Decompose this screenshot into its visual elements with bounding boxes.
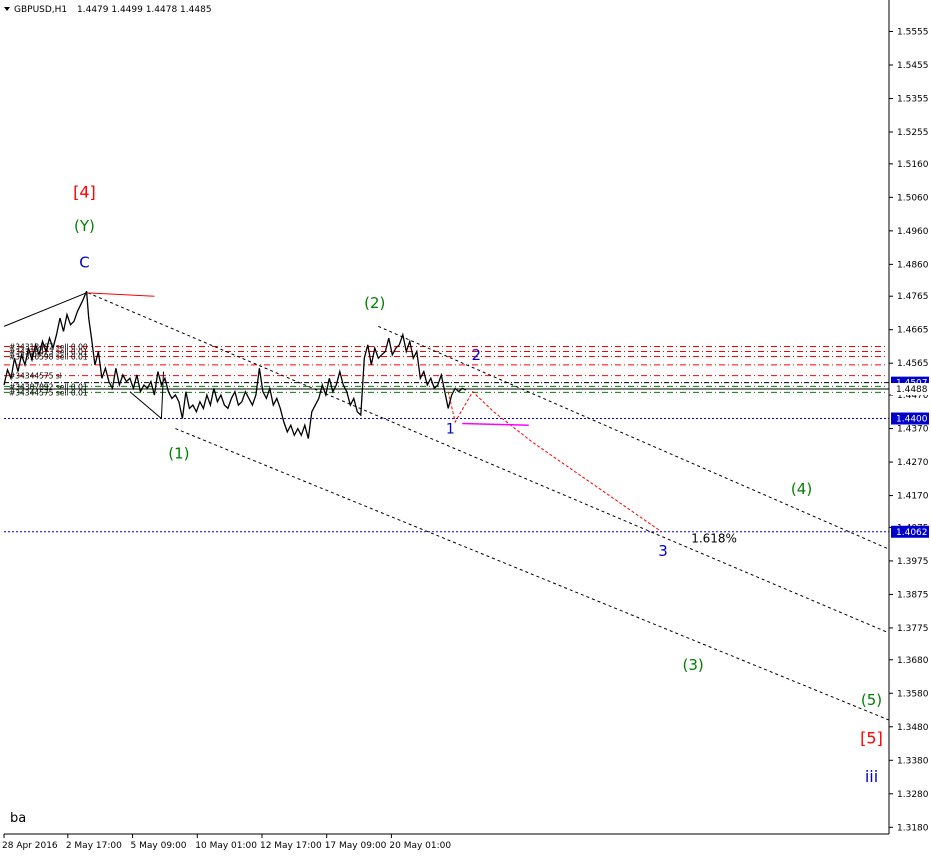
price-tick-label: 1.4565 xyxy=(897,359,929,369)
price-tick-label: 1.4960 xyxy=(897,227,929,237)
projection xyxy=(447,390,662,533)
price-tick-label: 1.5355 xyxy=(897,94,929,104)
price-tick-label: 1.5455 xyxy=(897,61,929,71)
dropdown-triangle-icon[interactable] xyxy=(4,7,10,11)
price-tag-label: 1.4062 xyxy=(896,528,928,538)
wave-line xyxy=(160,371,165,419)
order-label: #34344575 sl xyxy=(9,372,62,381)
chart-window: #34318487 sell 0.00 #34318423 sell 0.01 #3… xyxy=(0,0,931,856)
wave-label: 3 xyxy=(658,542,668,560)
price-tick-label: 1.3975 xyxy=(897,557,929,567)
time-tick-label: 12 May 17:00 xyxy=(260,841,322,851)
footer-label: ba xyxy=(10,811,26,826)
wave-label: (5) xyxy=(861,691,882,709)
time-tick-label: 5 May 09:00 xyxy=(131,841,187,851)
price-chart[interactable]: #34318487 sell 0.00#34318423 sell 0.01#3… xyxy=(0,0,931,856)
wave-label: 1.618% xyxy=(691,531,737,545)
time-tick-label: 2 May 17:00 xyxy=(66,841,122,851)
price-tag-label: 1.4488 xyxy=(896,385,928,395)
price-tick-label: 1.3280 xyxy=(897,790,929,800)
time-tick-label: 17 May 09:00 xyxy=(325,841,387,851)
price-tick-label: 1.4665 xyxy=(897,326,929,336)
price-tick-label: 1.3480 xyxy=(897,723,929,733)
wave-label: (1) xyxy=(168,445,189,463)
channel-line xyxy=(175,428,890,721)
price-tick-label: 1.3680 xyxy=(897,656,929,666)
wave-line xyxy=(129,391,162,419)
wave-label: [5] xyxy=(860,729,883,748)
price-tick-label: 1.3380 xyxy=(897,756,929,766)
wave-label: (4) xyxy=(791,480,812,498)
wave-label: C xyxy=(79,254,89,272)
price-tick-label: 1.3775 xyxy=(897,624,929,634)
time-tick-label: 10 May 01:00 xyxy=(195,841,257,851)
wave-label: (3) xyxy=(682,656,703,674)
time-tick-label: 28 Apr 2016 xyxy=(2,841,58,851)
price-tick-label: 1.5555 xyxy=(897,27,929,37)
price-axis[interactable]: 1.5555 1.5455 1.5355 1.5255 1.5160 1.5060 1.49… xyxy=(889,27,929,833)
projection-path xyxy=(447,390,662,533)
price-tick-label: 1.4860 xyxy=(897,260,929,270)
wave-line xyxy=(86,292,155,297)
price-tick-label: 1.4270 xyxy=(897,458,929,468)
chart-frame xyxy=(4,0,890,835)
price-tick-label: 1.5255 xyxy=(897,128,929,138)
time-tick-label: 20 May 01:00 xyxy=(389,841,451,851)
wave-label: [4] xyxy=(73,182,96,201)
price-tick-label: 1.5160 xyxy=(897,160,929,170)
wave-label: (Y) xyxy=(74,217,95,235)
price-tag-label: 1.4400 xyxy=(896,415,928,425)
order-label: #34344575 sell 0.01 xyxy=(9,388,88,397)
wave-label: (2) xyxy=(364,294,385,312)
price-tick-label: 1.3180 xyxy=(897,823,929,833)
price-tick-label: 1.4370 xyxy=(897,425,929,435)
chart-header: GBPUSD,H1 1.4479 1.4499 1.4478 1.4485 xyxy=(4,5,212,15)
price-levels xyxy=(4,382,889,533)
price-tick-label: 1.3580 xyxy=(897,689,929,699)
wave-label: 1 xyxy=(446,422,455,438)
price-tick-label: 1.4170 xyxy=(897,492,929,502)
wave-label: 2 xyxy=(471,346,481,364)
channel-line xyxy=(87,292,890,634)
symbol-label: GBPUSD,H1 xyxy=(14,5,67,15)
wave-annotations: [4] (Y) C (2) 2 1 (1) (4) 3 1.618% (3) (5) [5] iii xyxy=(73,182,883,786)
wave-label: iii xyxy=(865,767,878,786)
time-axis[interactable]: 28 Apr 2016 2 May 17:00 5 May 09:00 10 May … xyxy=(2,834,451,851)
channel-line xyxy=(378,325,890,550)
price-tick-label: 1.5060 xyxy=(897,193,929,203)
ohlc-values: 1.4479 1.4499 1.4478 1.4485 xyxy=(77,5,212,15)
price-tick-label: 1.3875 xyxy=(897,590,929,600)
price-tick-label: 1.4765 xyxy=(897,292,929,302)
projection-segment xyxy=(462,422,529,426)
